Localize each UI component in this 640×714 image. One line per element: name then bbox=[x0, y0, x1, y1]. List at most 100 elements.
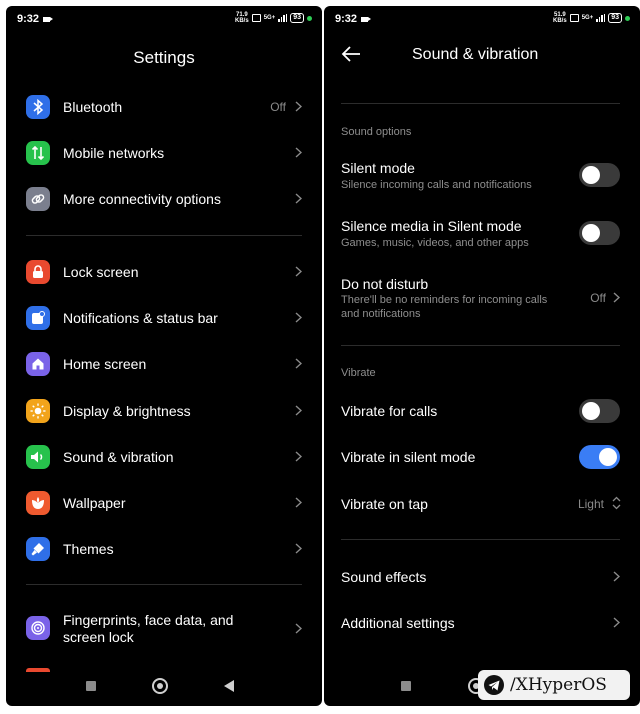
network-speed: 71.9 KB/s bbox=[235, 12, 249, 24]
bluetooth-icon bbox=[26, 95, 50, 119]
settings-item-label: Display & brightness bbox=[63, 402, 191, 419]
toggle-knob bbox=[599, 448, 617, 466]
silence-media-label: Silence media in Silent mode bbox=[341, 218, 522, 234]
chevron-right-icon bbox=[295, 497, 302, 508]
settings-item-mobile-networks[interactable]: Mobile networks bbox=[6, 138, 322, 168]
settings-item-wallpaper[interactable]: Wallpaper bbox=[6, 488, 322, 518]
vibrate-for-calls-toggle[interactable] bbox=[579, 399, 620, 423]
status-bar: 9:32 71.9 KB/s 5G+ 93 bbox=[6, 6, 322, 32]
divider bbox=[26, 584, 302, 585]
settings-item-partial-icon bbox=[26, 668, 50, 672]
vibrate-on-tap-label: Vibrate on tap bbox=[341, 496, 428, 512]
silence-media-description: Games, music, videos, and other apps bbox=[341, 237, 529, 249]
settings-item-notifications-status-bar[interactable]: Notifications & status bar bbox=[6, 303, 322, 333]
settings-item-display-brightness[interactable]: Display & brightness bbox=[6, 396, 322, 426]
status-time: 9:32 bbox=[335, 13, 358, 25]
settings-item-label: Fingerprints, face data, and bbox=[63, 612, 234, 628]
settings-item-home-screen[interactable]: Home screen bbox=[6, 349, 322, 379]
status-bar: 9:32 51.9 KB/s 5G+ 93 bbox=[324, 6, 640, 32]
signal-icon bbox=[596, 14, 606, 22]
chevron-right-icon bbox=[295, 451, 302, 462]
settings-item-themes[interactable]: Themes bbox=[6, 534, 322, 564]
toggle-knob bbox=[582, 402, 600, 420]
divider bbox=[341, 103, 620, 104]
notification-icon bbox=[26, 306, 50, 331]
toggle-knob bbox=[582, 224, 600, 242]
recents-button[interactable] bbox=[401, 681, 411, 691]
do-not-disturb-label: Do not disturb bbox=[341, 276, 429, 292]
settings-item-label: Themes bbox=[63, 541, 114, 558]
privacy-dot-icon bbox=[307, 15, 312, 21]
page-title: Settings bbox=[133, 48, 195, 67]
chevron-right-icon bbox=[295, 543, 302, 554]
vibrate-in-silent-mode-toggle[interactable] bbox=[579, 445, 620, 469]
chevron-right-icon bbox=[295, 405, 302, 416]
sim-icon bbox=[251, 14, 261, 22]
lock-icon bbox=[26, 260, 50, 284]
mobile-data-icon bbox=[26, 141, 50, 165]
home-button[interactable] bbox=[152, 678, 168, 694]
battery-icon: 93 bbox=[608, 13, 622, 23]
settings-item-label: Bluetooth bbox=[63, 99, 123, 115]
watermark-text: /XHyperOS bbox=[510, 675, 607, 695]
chevron-right-icon bbox=[295, 623, 302, 634]
settings-item-lock-screen[interactable]: Lock screen bbox=[6, 257, 322, 287]
sun-icon bbox=[26, 398, 50, 423]
settings-item-label: Notifications & status bar bbox=[63, 310, 218, 327]
silent-mode-toggle[interactable] bbox=[579, 163, 620, 187]
silent-mode-label: Silent mode bbox=[341, 160, 415, 176]
settings-item-label: Sound & vibration bbox=[63, 448, 174, 465]
divider bbox=[341, 345, 620, 346]
fingerprint-icon bbox=[26, 616, 50, 640]
settings-screen: 9:32 71.9 KB/s 5G+ 93 Settings Bluetooth O… bbox=[6, 6, 322, 706]
flower-icon bbox=[26, 491, 50, 515]
chevron-right-icon bbox=[613, 571, 620, 582]
vibrate-in-silent-mode-label: Vibrate in silent mode bbox=[341, 449, 476, 465]
watermark: /XHyperOS bbox=[478, 670, 630, 700]
network-type: 5G+ bbox=[581, 15, 594, 21]
settings-item-label: Mobile networks bbox=[63, 145, 165, 161]
settings-item-label: Wallpaper bbox=[63, 495, 126, 511]
settings-item-bluetooth[interactable]: Bluetooth Off bbox=[6, 92, 322, 122]
sound-effects-label: Sound effects bbox=[341, 569, 427, 585]
chevron-right-icon bbox=[295, 101, 302, 112]
network-type: 5G+ bbox=[263, 15, 276, 21]
page-title: Sound & vibration bbox=[412, 46, 539, 63]
back-button[interactable] bbox=[224, 680, 234, 692]
privacy-dot-icon bbox=[625, 15, 630, 21]
chevron-right-icon bbox=[613, 292, 620, 303]
settings-item-value: Off bbox=[270, 100, 286, 114]
brush-icon bbox=[26, 537, 50, 562]
recents-button[interactable] bbox=[86, 681, 96, 691]
settings-item-label: More connectivity options bbox=[63, 191, 221, 207]
divider bbox=[26, 235, 302, 236]
silence-media-toggle[interactable] bbox=[579, 221, 620, 245]
settings-item-label: Lock screen bbox=[63, 264, 139, 280]
section-header-sound-options: Sound options bbox=[341, 126, 412, 138]
up-down-chevron-icon bbox=[612, 496, 621, 510]
settings-item-fingerprints[interactable]: Fingerprints, face data, and screen lock bbox=[6, 610, 322, 646]
chevron-right-icon bbox=[295, 312, 302, 323]
silent-mode-description: Silence incoming calls and notifications bbox=[341, 179, 532, 191]
vibrate-for-calls-label: Vibrate for calls bbox=[341, 403, 438, 419]
telegram-icon bbox=[484, 675, 504, 695]
chevron-right-icon bbox=[613, 617, 620, 628]
settings-item-more-connectivity-options[interactable]: More connectivity options bbox=[6, 184, 322, 214]
do-not-disturb-value: Off bbox=[590, 291, 606, 305]
back-arrow-icon[interactable] bbox=[340, 44, 362, 64]
settings-item-label: screen lock bbox=[63, 629, 134, 645]
signal-icon bbox=[278, 14, 288, 22]
section-header-vibrate: Vibrate bbox=[341, 367, 376, 379]
chevron-right-icon bbox=[295, 193, 302, 204]
network-speed: 51.9 KB/s bbox=[553, 12, 567, 24]
navigation-bar bbox=[6, 676, 322, 696]
link-icon bbox=[26, 187, 50, 211]
chevron-right-icon bbox=[295, 358, 302, 369]
battery-icon: 93 bbox=[290, 13, 304, 23]
sim-icon bbox=[569, 14, 579, 22]
settings-item-label: Home screen bbox=[63, 356, 147, 373]
toggle-knob bbox=[582, 166, 600, 184]
sound-vibration-screen: 9:32 51.9 KB/s 5G+ 93 Sound & vibration S… bbox=[324, 6, 640, 706]
settings-item-sound-vibration[interactable]: Sound & vibration bbox=[6, 442, 322, 472]
do-not-disturb-description: There'll be no reminders for incoming ca… bbox=[341, 294, 548, 320]
